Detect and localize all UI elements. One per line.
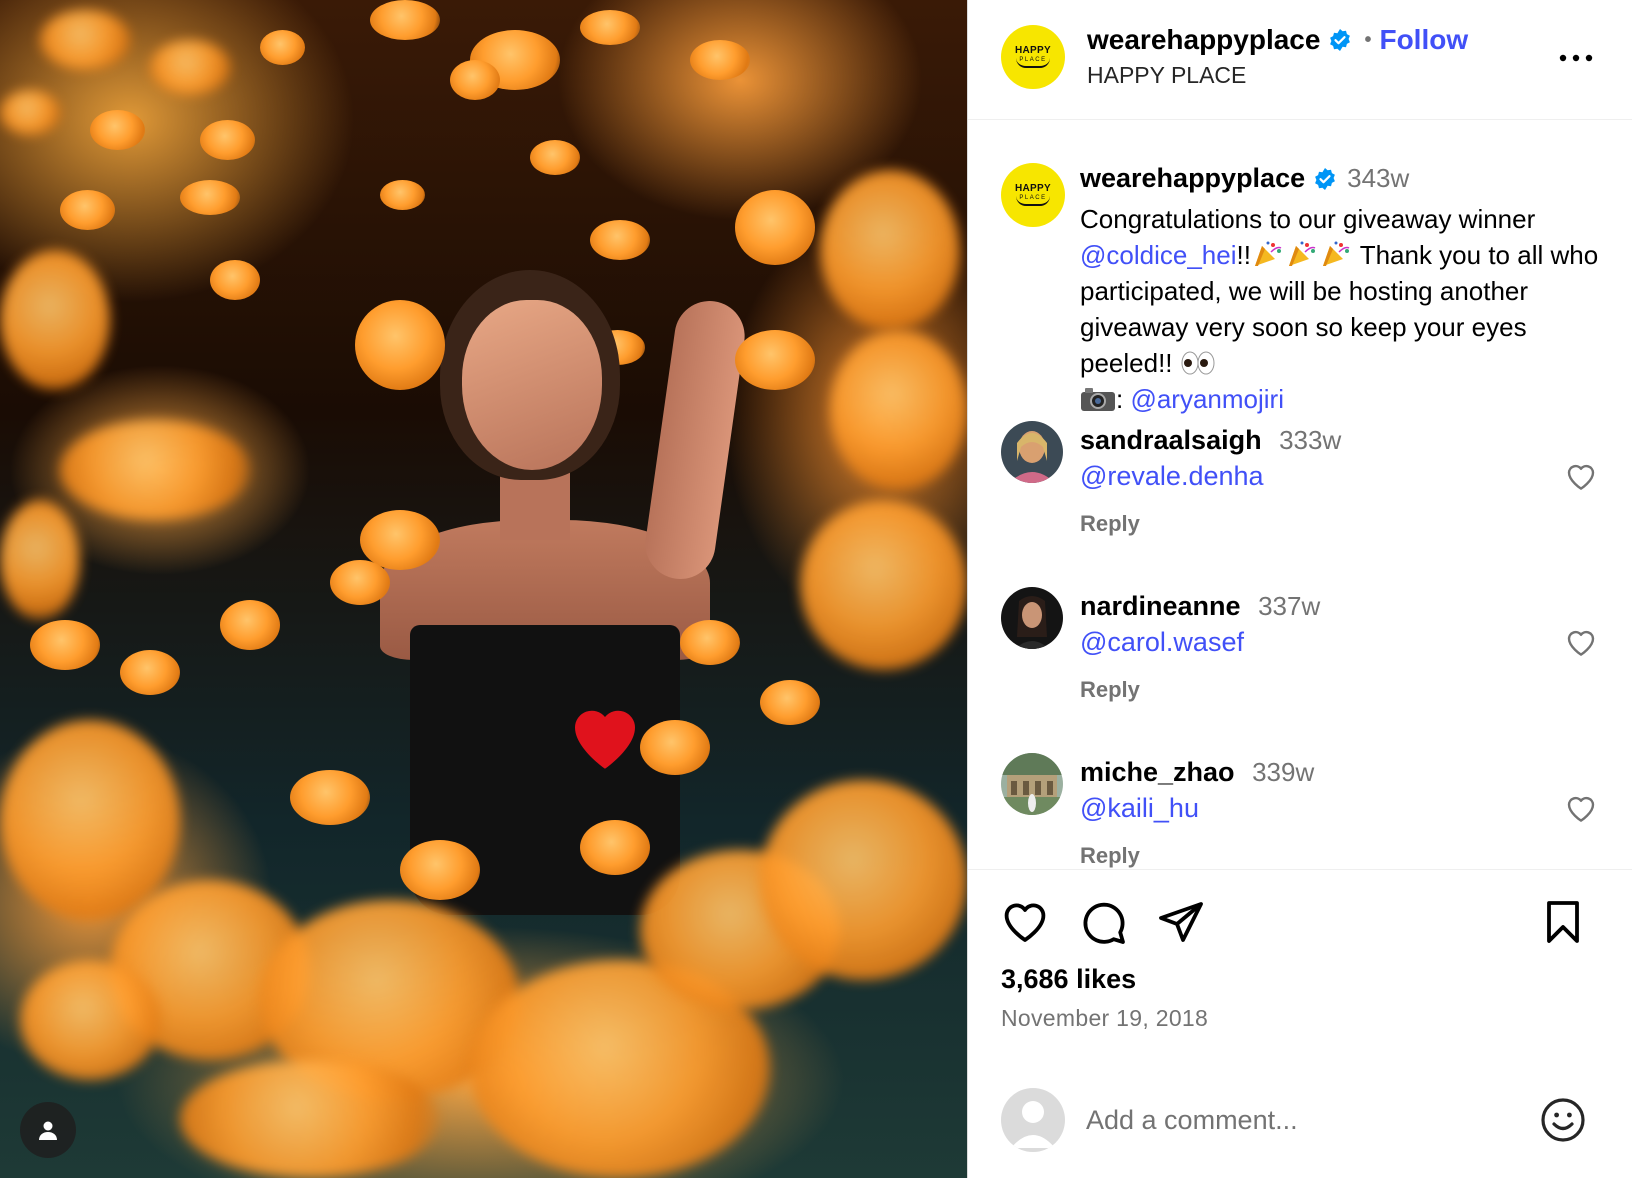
eyes-emoji: [1181, 351, 1215, 375]
header-subtitle[interactable]: HAPPY PLACE: [1087, 62, 1246, 89]
smiley-icon[interactable]: [1539, 1096, 1587, 1144]
reply-button[interactable]: Reply: [1080, 677, 1140, 703]
separator-dot: •: [1364, 28, 1372, 51]
dress-heart-icon: [575, 710, 635, 769]
comment-time[interactable]: 337w: [1258, 591, 1320, 621]
avatar-logo-text-top: HAPPY: [1015, 183, 1051, 194]
comments-list[interactable]: HAPPY PLACE wearehappyplace 343w Congrat…: [968, 121, 1632, 869]
user-icon: [1011, 1101, 1055, 1148]
heart-icon[interactable]: [1565, 461, 1597, 491]
commenter-avatar[interactable]: [1001, 753, 1063, 815]
comment-icon[interactable]: [1079, 898, 1127, 946]
woman-face: [462, 300, 602, 470]
comment-item: nardineanne 337w @carol.wasef Reply: [968, 587, 1632, 737]
caption-text-4: :: [1116, 384, 1131, 414]
reply-button[interactable]: Reply: [1080, 511, 1140, 537]
heart-icon[interactable]: [1565, 793, 1597, 823]
avatar-logo-text-top: HAPPY: [1015, 45, 1051, 56]
profile-avatar[interactable]: HAPPY PLACE: [1001, 25, 1065, 89]
comment-time[interactable]: 339w: [1252, 757, 1314, 787]
mention-link[interactable]: @aryanmojiri: [1130, 384, 1284, 414]
more-options-icon: [1559, 54, 1593, 62]
party-popper-emoji: [1322, 241, 1350, 266]
heart-icon[interactable]: [1001, 898, 1049, 946]
woman-arm: [640, 296, 750, 584]
caption-header: wearehappyplace 343w: [1080, 163, 1409, 194]
verified-badge-icon: [1328, 28, 1352, 52]
post-header: HAPPY PLACE wearehappyplace • Follow HAP…: [968, 0, 1632, 120]
comment-mention-link[interactable]: @kaili_hu: [1080, 793, 1199, 824]
caption-text: Congratulations to our giveaway winner @…: [1080, 201, 1600, 417]
reply-button[interactable]: Reply: [1080, 843, 1140, 869]
comment-header: sandraalsaigh 333w: [1080, 425, 1341, 456]
comment-time[interactable]: 333w: [1279, 425, 1341, 455]
avatar-smile: [1016, 58, 1050, 68]
comment-username[interactable]: nardineanne: [1080, 591, 1241, 621]
share-icon[interactable]: [1157, 898, 1205, 946]
bookmark-icon[interactable]: [1539, 898, 1587, 946]
comment-header: miche_zhao 339w: [1080, 757, 1314, 788]
commenter-avatar[interactable]: [1001, 421, 1063, 483]
comment-username[interactable]: miche_zhao: [1080, 757, 1235, 787]
add-comment-row: [968, 1070, 1632, 1178]
comment-username[interactable]: sandraalsaigh: [1080, 425, 1262, 455]
header-username[interactable]: wearehappyplace: [1087, 24, 1320, 56]
party-popper-emoji: [1254, 241, 1282, 266]
comment-item: miche_zhao 339w @kaili_hu Reply: [968, 753, 1632, 869]
comment-item: sandraalsaigh 333w @revale.denha Reply: [968, 421, 1632, 571]
post-actions: 3,686 likes November 19, 2018: [968, 869, 1632, 1178]
party-popper-emoji: [1288, 241, 1316, 266]
caption-time[interactable]: 343w: [1347, 163, 1409, 194]
header-user-row: wearehappyplace • Follow: [1087, 24, 1468, 56]
more-options-button[interactable]: [1556, 38, 1596, 78]
post-date[interactable]: November 19, 2018: [1001, 1005, 1208, 1032]
heart-icon[interactable]: [1565, 627, 1597, 657]
comment-mention-link[interactable]: @carol.wasef: [1080, 627, 1244, 658]
caption-text-1: Congratulations to our giveaway winner: [1080, 204, 1536, 234]
current-user-avatar: [1001, 1088, 1065, 1152]
camera-emoji: [1081, 388, 1115, 411]
caption-text-2: !!: [1236, 240, 1251, 270]
likes-count[interactable]: 3,686 likes: [1001, 964, 1136, 995]
caption-username[interactable]: wearehappyplace: [1080, 163, 1305, 194]
avatar-smile: [1016, 196, 1050, 206]
comment-header: nardineanne 337w: [1080, 591, 1320, 622]
mention-link[interactable]: @coldice_hei: [1080, 240, 1236, 270]
post-side-panel: HAPPY PLACE wearehappyplace • Follow HAP…: [967, 0, 1632, 1178]
user-icon: [39, 1121, 57, 1140]
comment-mention-link[interactable]: @revale.denha: [1080, 461, 1264, 492]
tagged-users-button[interactable]: [20, 1102, 76, 1158]
caption-avatar[interactable]: HAPPY PLACE: [1001, 163, 1065, 227]
follow-button[interactable]: Follow: [1379, 24, 1468, 56]
verified-badge-icon: [1313, 167, 1337, 191]
post-photo[interactable]: [0, 0, 967, 1178]
add-comment-input[interactable]: [1086, 1100, 1486, 1140]
commenter-avatar[interactable]: [1001, 587, 1063, 649]
